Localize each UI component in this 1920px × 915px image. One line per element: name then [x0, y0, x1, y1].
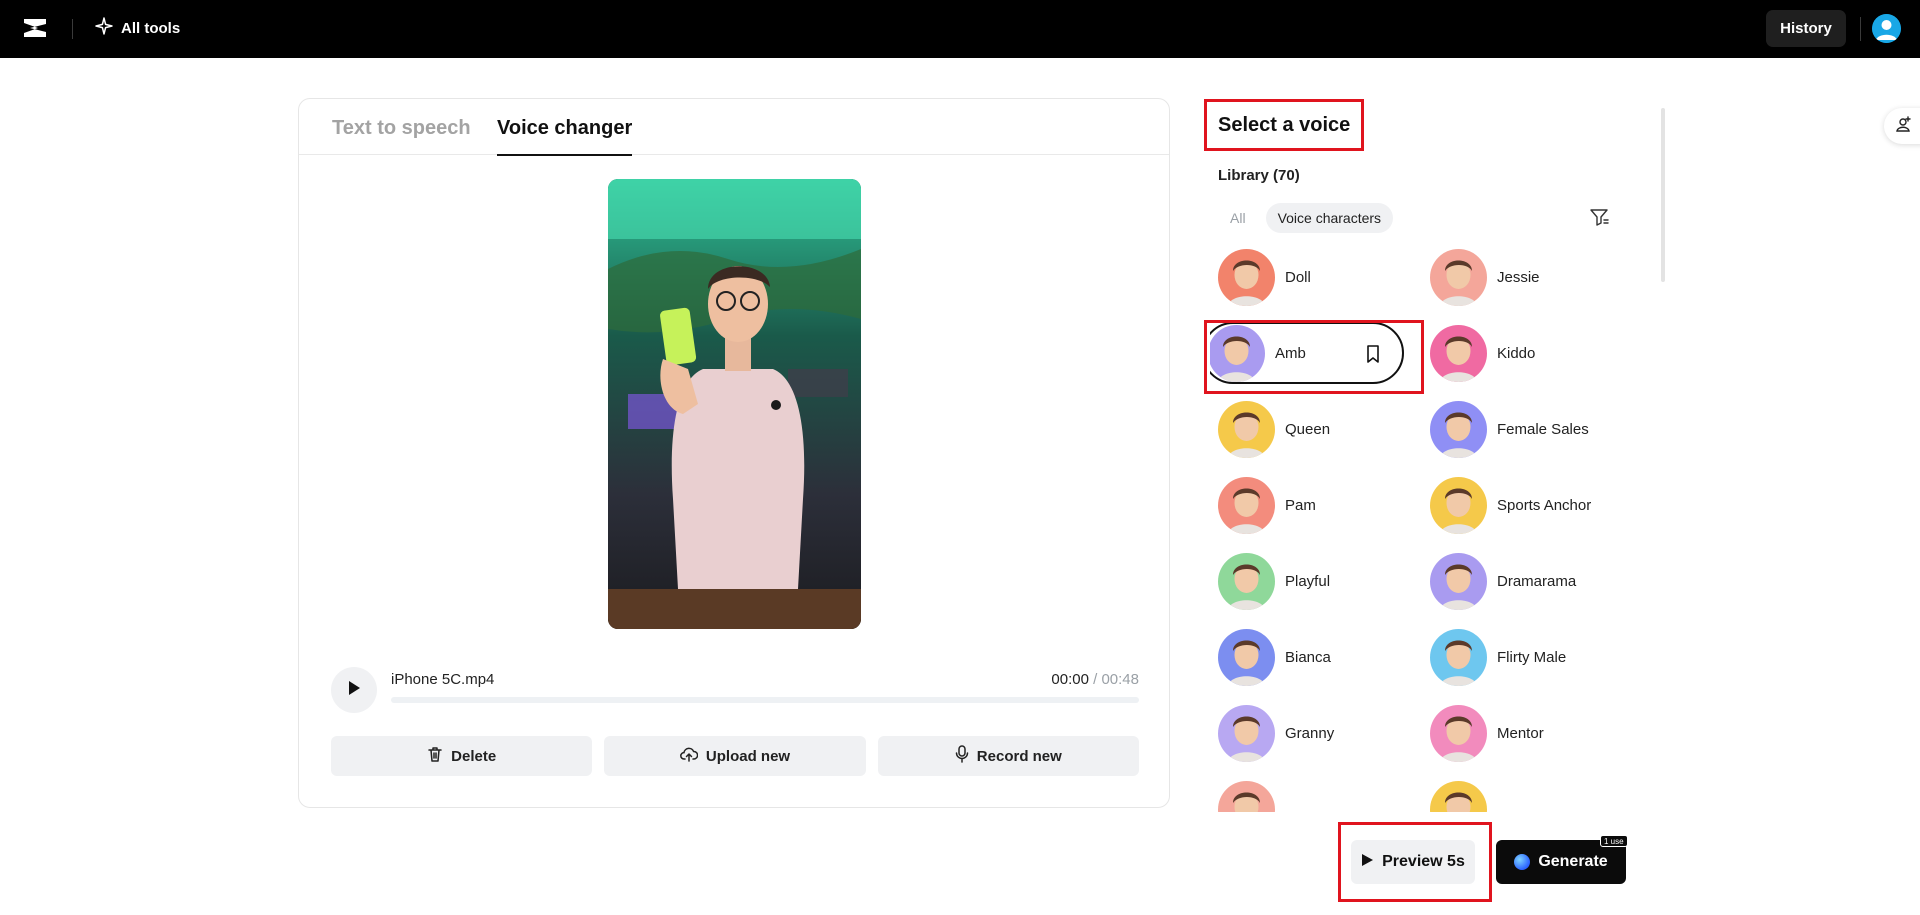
audio-player: iPhone 5C.mp4 00:00 / 00:48	[331, 667, 1139, 717]
bookmark-icon[interactable]	[1364, 344, 1382, 364]
voice-list-scrollbar[interactable]	[1661, 108, 1665, 282]
voice-item[interactable]: Dramarama	[1430, 550, 1630, 612]
voice-name: Jessie	[1497, 268, 1540, 286]
all-tools-button[interactable]: All tools	[95, 14, 180, 42]
voice-item[interactable]: Playful	[1218, 550, 1418, 612]
file-name: iPhone 5C.mp4	[391, 671, 495, 688]
voice-avatar	[1218, 552, 1275, 610]
side-float-button[interactable]	[1884, 108, 1920, 144]
progress-bar[interactable]	[391, 697, 1139, 703]
voice-list: Doll Jessie Amb Kiddo Queen Female Sales Pam Sp…	[1210, 246, 1650, 812]
select-voice-title: Select a voice	[1218, 114, 1351, 136]
voice-item[interactable]: Bianca	[1218, 626, 1418, 688]
duration: 00:48	[1101, 671, 1139, 688]
voice-item[interactable]: Doll	[1218, 246, 1418, 308]
voice-avatar	[1430, 704, 1487, 762]
voice-item[interactable]: Amb	[1210, 322, 1404, 384]
tab-text-to-speech[interactable]: Text to speech	[332, 117, 471, 154]
video-preview[interactable]	[608, 179, 861, 629]
voice-avatar	[1430, 248, 1487, 306]
voice-item[interactable]: Jessie	[1430, 246, 1630, 308]
voice-name: Bianca	[1285, 648, 1331, 666]
upload-new-button[interactable]: Upload new	[604, 736, 866, 776]
preview-label: Preview 5s	[1382, 853, 1465, 870]
history-button[interactable]: History	[1766, 10, 1846, 47]
play-button[interactable]	[331, 667, 377, 713]
voice-item[interactable]: Granny	[1218, 702, 1418, 764]
current-time: 00:00	[1051, 671, 1089, 688]
topbar-divider-right	[1860, 17, 1861, 41]
time-separator: /	[1093, 671, 1098, 688]
voice-name: Dramarama	[1497, 572, 1577, 590]
time-display: 00:00 / 00:48	[1051, 671, 1139, 688]
action-buttons: Delete Upload new Record new	[331, 736, 1139, 776]
sparkle-icon	[95, 17, 113, 39]
voice-avatar	[1218, 476, 1275, 534]
voice-item[interactable]: Pam	[1218, 474, 1418, 536]
voice-changer-card: Text to speech Voice changer iPhone 5C.m…	[298, 98, 1170, 808]
voice-filter-chips: All Voice characters	[1218, 203, 1394, 233]
use-count-badge: 1 use	[1600, 835, 1628, 847]
filter-icon[interactable]	[1588, 206, 1610, 228]
voice-avatar	[1210, 324, 1265, 382]
voice-item[interactable]: Female Sales	[1430, 398, 1630, 460]
voice-item[interactable]: Kiddo	[1430, 322, 1630, 384]
voice-name: Mentor	[1497, 724, 1544, 742]
voice-item[interactable]: Queen	[1218, 398, 1418, 460]
voice-avatar	[1430, 628, 1487, 686]
library-count: Library (70)	[1218, 167, 1300, 184]
voice-name: Flirty Male	[1497, 648, 1567, 666]
preview-button[interactable]: Preview 5s	[1351, 840, 1475, 884]
filter-voice-characters[interactable]: Voice characters	[1265, 203, 1394, 233]
delete-button[interactable]: Delete	[331, 736, 593, 776]
voice-name: Granny	[1285, 724, 1335, 742]
voice-avatar	[1218, 704, 1275, 762]
voice-avatar	[1218, 628, 1275, 686]
voice-item[interactable]: Flirty Male	[1430, 626, 1630, 688]
user-avatar[interactable]	[1872, 14, 1901, 43]
record-new-button[interactable]: Record new	[877, 736, 1139, 776]
voice-avatar	[1430, 324, 1487, 382]
voice-avatar	[1430, 780, 1487, 812]
play-icon	[1361, 853, 1374, 872]
cloud-upload-icon	[680, 746, 699, 766]
mode-tabs: Text to speech Voice changer	[299, 99, 1169, 156]
microphone-icon	[955, 745, 969, 767]
voice-avatar	[1218, 248, 1275, 306]
topbar-divider	[72, 19, 73, 39]
voice-avatar	[1430, 400, 1487, 458]
filter-all[interactable]: All	[1218, 203, 1258, 233]
voice-avatar	[1218, 780, 1275, 812]
voice-avatar	[1430, 552, 1487, 610]
capcut-logo-icon[interactable]	[22, 16, 48, 40]
generate-label: Generate	[1538, 853, 1608, 870]
upload-person-icon	[1894, 115, 1912, 138]
voice-name: Amb	[1275, 344, 1306, 362]
voice-item[interactable]	[1430, 778, 1630, 812]
voice-name: Doll	[1285, 268, 1311, 286]
play-icon	[347, 680, 361, 701]
voice-avatar	[1218, 400, 1275, 458]
generate-orb-icon	[1514, 854, 1531, 870]
voice-item[interactable]: Sports Anchor	[1430, 474, 1630, 536]
voice-name: Kiddo	[1497, 344, 1536, 362]
top-bar: All tools History	[0, 0, 1920, 58]
voice-item[interactable]	[1218, 778, 1418, 812]
voice-item[interactable]: Mentor	[1430, 702, 1630, 764]
upload-new-label: Upload new	[705, 747, 791, 765]
voice-name: Playful	[1285, 572, 1331, 590]
voice-name: Pam	[1285, 496, 1316, 514]
all-tools-label: All tools	[121, 19, 181, 37]
tab-voice-changer[interactable]: Voice changer	[497, 117, 633, 156]
voice-name: Female Sales	[1497, 420, 1589, 438]
trash-icon	[427, 746, 443, 766]
record-new-label: Record new	[976, 747, 1062, 765]
delete-label: Delete	[451, 747, 497, 765]
voice-name: Queen	[1285, 420, 1331, 438]
voice-avatar	[1430, 476, 1487, 534]
voice-name: Sports Anchor	[1497, 496, 1592, 514]
